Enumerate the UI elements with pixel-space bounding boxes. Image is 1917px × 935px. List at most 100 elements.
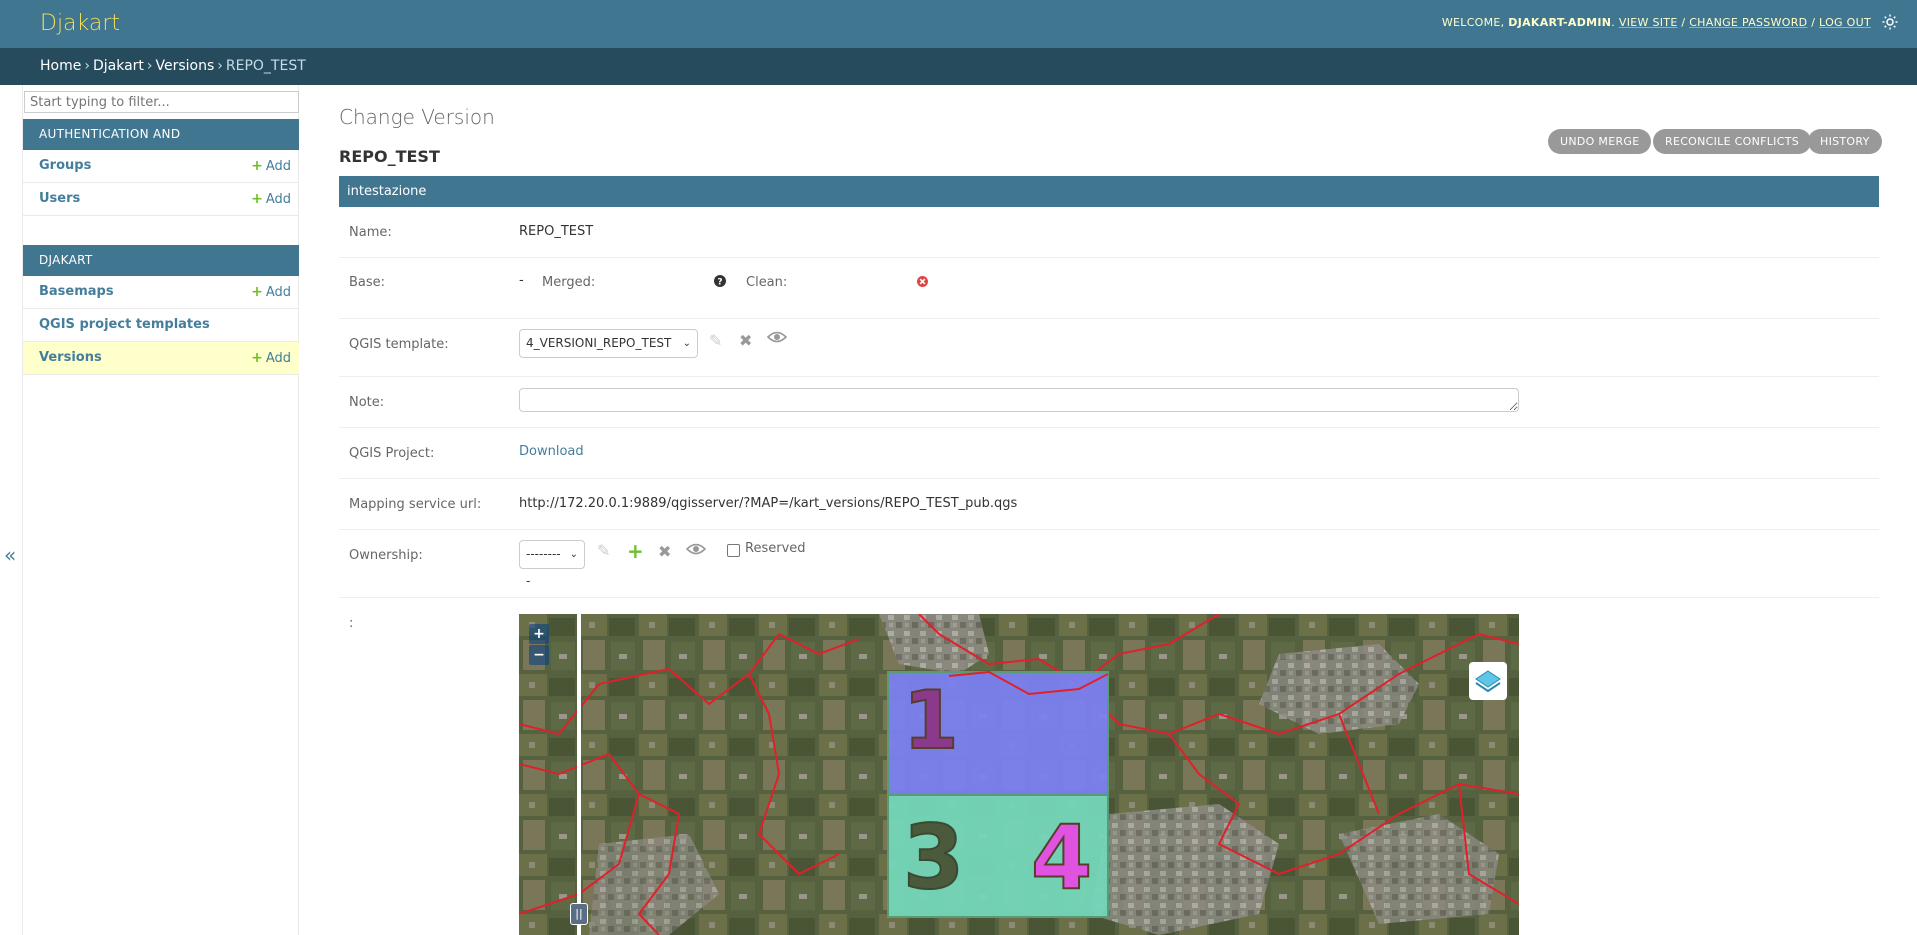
pencil-icon[interactable]: ✎ [709,331,722,350]
project-label: QGIS Project: [349,446,435,461]
module-caption-auth[interactable]: Authentication and Authorization [23,119,299,172]
zoom-in-button[interactable]: + [529,624,549,644]
add-version-button[interactable]: + Add [251,342,291,375]
add-label: Add [265,351,291,366]
question-icon: ? [714,275,726,291]
ownership-select[interactable]: --------- ⌄ [519,540,585,588]
add-label: Add [265,192,291,207]
breadcrumb-home[interactable]: Home [40,58,81,74]
versions-link[interactable]: Versions [39,350,102,365]
form-row-base: Base: - Merged: ? Clean: [339,258,1879,319]
map-polygon-label-1: 1 [902,674,960,767]
add-group-button[interactable]: + Add [251,150,291,183]
breadcrumb-separator: › [217,58,223,74]
reserved-label: Reserved [745,541,806,556]
breadcrumb: Home › Djakart › Versions › REPO_TEST [0,48,1917,85]
mapping-url: http://172.20.0.1:9889/qgisserver/?MAP=/… [519,496,1018,511]
sidebar-toggle-button[interactable]: « [4,543,16,567]
svg-text:?: ? [717,278,722,288]
eye-icon-graphic [766,331,788,343]
view-site-link[interactable]: VIEW SITE [1619,16,1678,29]
fieldset-caption: intestazione [339,176,1879,207]
nav-filter-input[interactable] [24,91,299,113]
map-polygon-label-4: 4 [1030,806,1093,909]
undo-merge-button[interactable]: UNDO MERGE [1548,129,1652,154]
form-row-ownership: Ownership: --------- ⌄ ✎ + ✖ Reserved [339,530,1879,598]
chevron-down-icon: ⌄ [569,549,578,560]
add-label: Add [265,159,291,174]
breadcrumb-current: REPO_TEST [225,58,306,74]
plus-icon: + [251,284,263,300]
layer-switcher-graphic [1475,670,1501,693]
log-out-link[interactable]: LOG OUT [1819,16,1871,29]
theme-toggle-graphic [1882,14,1898,30]
reconcile-conflicts-button[interactable]: RECONCILE CONFLICTS [1653,129,1812,154]
sidebar-item-groups: Groups + Add [23,150,299,183]
eye-icon-graphic [685,543,707,555]
reserved-checkbox[interactable] [727,544,740,557]
error-icon [917,276,928,291]
sidebar-item-versions: Versions + Add [23,342,299,375]
map-polygon-label-3: 3 [902,806,965,909]
sidebar-item-qgis-templates: QGIS project templates [23,309,299,342]
history-button[interactable]: HISTORY [1808,129,1882,154]
breadcrumb-separator: › [84,58,90,74]
error-icon-graphic [917,276,928,287]
ownership-selected: --------- [526,547,561,588]
sidebar-item-users: Users + Add [23,183,299,216]
download-link[interactable]: Download [519,444,584,459]
add-user-button[interactable]: + Add [251,183,291,216]
user-tools: WELCOME, DJAKART-ADMIN. VIEW SITE / CHAN… [1441,16,1871,29]
qgis-templates-link[interactable]: QGIS project templates [39,317,210,332]
question-icon-graphic: ? [714,275,726,288]
ownership-label: Ownership: [349,548,423,563]
eye-icon[interactable] [685,541,707,560]
merged-label: Merged: [542,275,596,290]
site-header: Djakart WELCOME, DJAKART-ADMIN. VIEW SIT… [0,0,1917,48]
add-basemap-button[interactable]: + Add [251,276,291,309]
pencil-icon[interactable]: ✎ [597,541,610,560]
delete-icon[interactable]: ✖ [739,331,752,350]
sidebar-item-basemaps: Basemaps + Add [23,276,299,309]
plus-icon[interactable]: + [627,539,644,563]
basemaps-link[interactable]: Basemaps [39,284,114,299]
form-row-mapping: Mapping service url: http://172.20.0.1:9… [339,479,1879,530]
layers-icon[interactable] [1469,662,1507,700]
map-widget[interactable]: 1 3 4 || + − [519,614,1519,935]
form-row-template: QGIS template: 4_VERSIONI_REPO_TEST ⌄ ✎ … [339,319,1879,377]
page-title: Change Version [339,105,495,129]
site-brand[interactable]: Djakart [40,11,120,36]
breadcrumb-versions[interactable]: Versions [156,58,215,74]
form-row-name: Name: REPO_TEST [339,207,1879,258]
template-label: QGIS template: [349,337,449,352]
swipe-divider[interactable] [577,614,581,935]
name-value: REPO_TEST [519,224,594,239]
swipe-handle-icon[interactable]: || [570,903,588,925]
form-row-project: QGIS Project: Download [339,428,1879,479]
map-label: : [349,616,354,631]
breadcrumb-djakart[interactable]: Djakart [93,58,144,74]
mapping-label: Mapping service url: [349,497,482,512]
users-link[interactable]: Users [39,191,80,206]
clean-label: Clean: [746,275,788,290]
change-password-link[interactable]: CHANGE PASSWORD [1689,16,1807,29]
username: DJAKART-ADMIN [1508,16,1612,29]
template-selected: 4_VERSIONI_REPO_TEST [526,336,672,350]
add-label: Add [265,285,291,300]
template-select[interactable]: 4_VERSIONI_REPO_TEST ⌄ [519,329,698,358]
note-field[interactable] [519,388,1519,412]
module-caption-djakart[interactable]: Djakart [23,245,299,276]
sun-icon[interactable] [1881,14,1899,32]
object-name: REPO_TEST [339,147,440,166]
eye-icon[interactable] [766,329,788,348]
plus-icon: + [251,350,263,366]
zoom-out-button[interactable]: − [529,645,549,665]
nav-sidebar: Authentication and Authorization Groups … [22,85,299,935]
base-label: Base: [349,275,386,290]
chevron-down-icon: ⌄ [682,338,691,349]
plus-icon: + [251,158,263,174]
groups-link[interactable]: Groups [39,158,91,173]
base-value: - [519,273,524,288]
note-label: Note: [349,395,385,410]
delete-icon[interactable]: ✖ [658,542,671,561]
